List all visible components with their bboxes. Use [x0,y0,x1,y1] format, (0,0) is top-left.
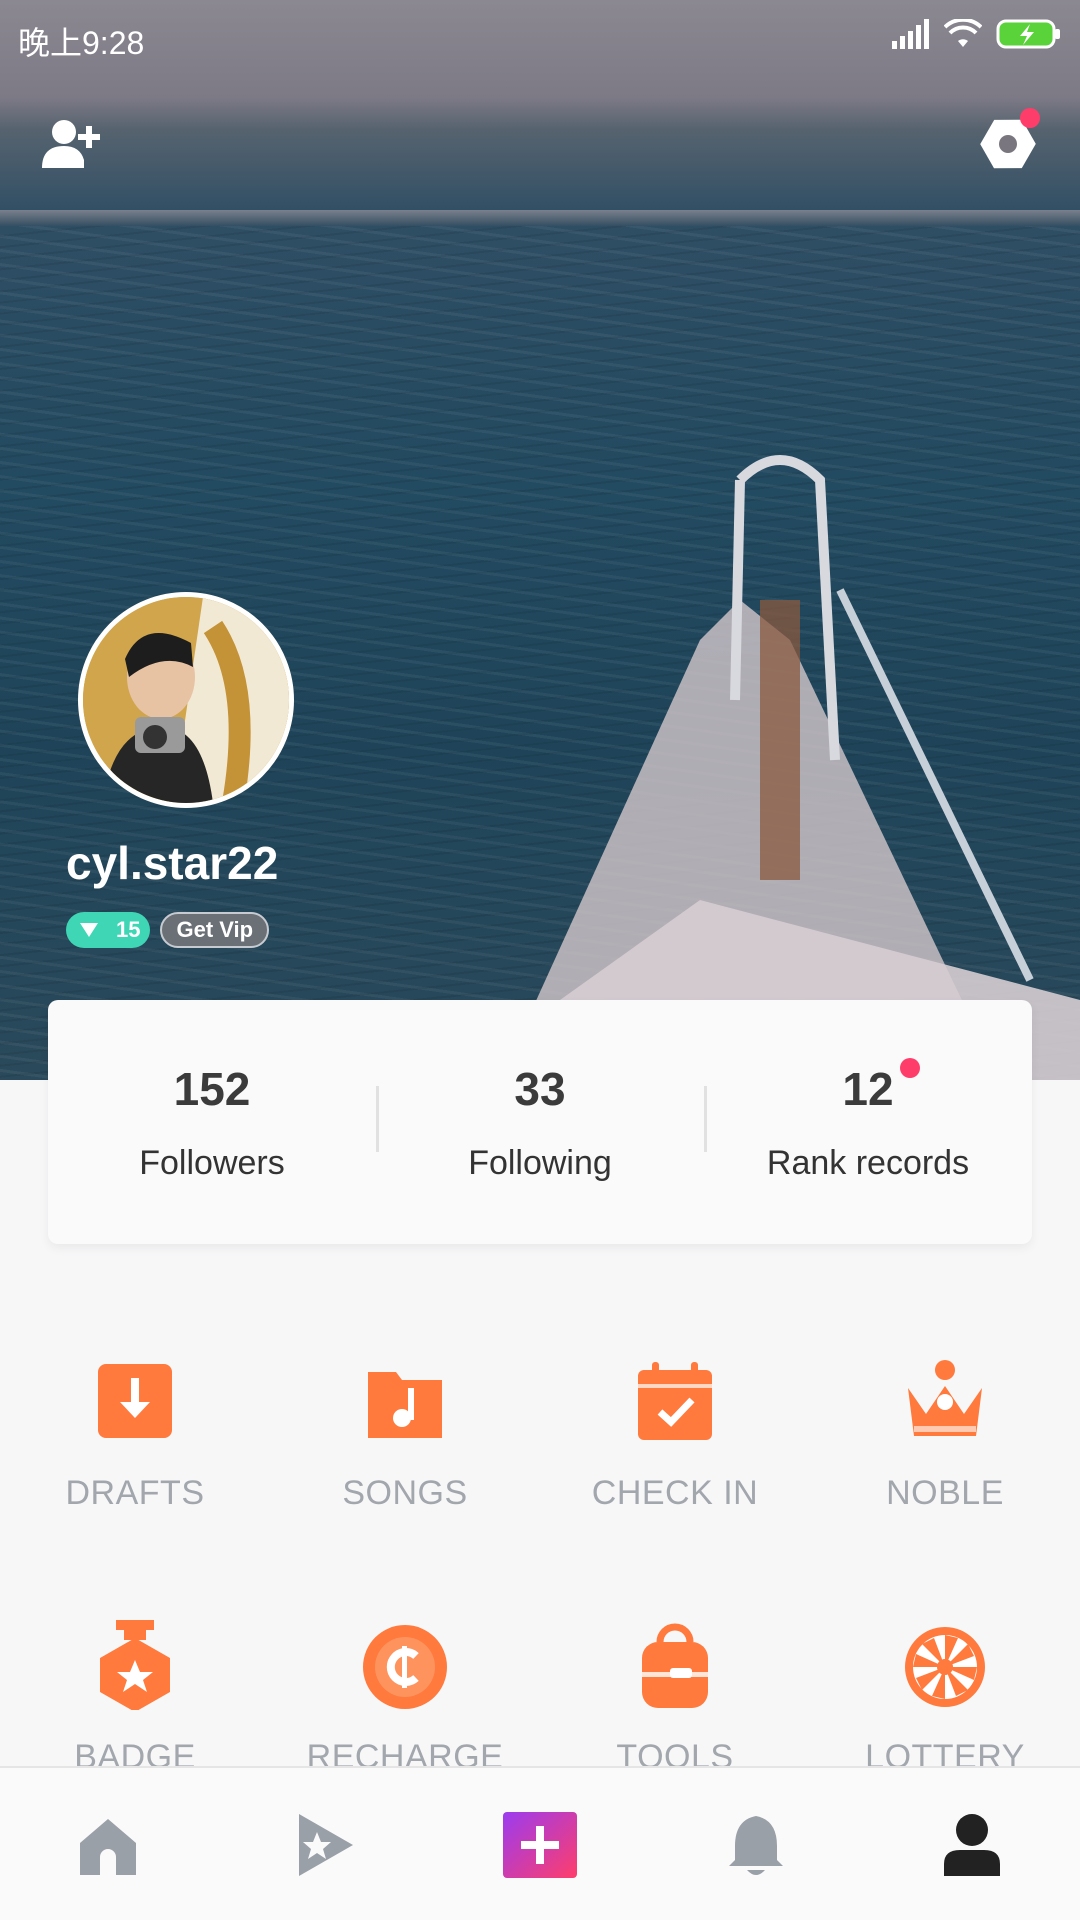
wheel-icon [905,1627,985,1707]
recharge-label: RECHARGE [306,1738,504,1766]
bottom-navigation [0,1766,1080,1920]
calendar-check-icon [638,1362,712,1440]
status-icons [890,18,1062,50]
username: cyl.star22 [66,837,279,889]
rank-records-notification-dot [900,1058,920,1078]
noble-label: NOBLE [886,1474,1004,1512]
badge-item[interactable]: BADGE [0,1600,270,1766]
feature-grid: DRAFTS SONGS CHECK IN NOBLE [0,1356,1080,1626]
crown-icon [908,1360,982,1436]
coin-icon [363,1625,447,1709]
add-user-icon [42,120,100,168]
following-count: 33 [514,1063,566,1115]
download-icon [98,1364,172,1438]
nav-create[interactable] [432,1768,648,1920]
songs-label: SONGS [342,1474,468,1512]
music-folder-icon [368,1372,442,1438]
bell-icon [729,1816,783,1875]
profile-cover-image: 晚上9:28 cyl.star22 15 Get Vip [0,0,1080,1080]
battery-charging-icon [996,19,1060,49]
noble-item[interactable]: NOBLE [810,1356,1080,1626]
level-badge[interactable]: 15 [66,912,151,948]
nav-profile[interactable] [864,1768,1080,1920]
status-bar: 晚上9:28 [0,0,1080,74]
feature-grid-row2: BADGE RECHARGE TOOLS LOTTERY [0,1600,1080,1766]
drafts-label: DRAFTS [65,1474,205,1512]
following-label: Following [468,1144,612,1182]
check-in-item[interactable]: CHECK IN [540,1356,810,1626]
nav-discover[interactable] [216,1768,432,1920]
badge-label: BADGE [74,1738,196,1766]
stat-following[interactable]: 33 Following [376,1000,704,1244]
settings-notification-dot [1020,108,1040,128]
rank-records-count: 12 [842,1063,894,1115]
status-time: 晚上9:28 [18,25,145,61]
stats-card: 152 Followers 33 Following 12 Rank recor… [48,1000,1032,1244]
level-triangle-icon [80,923,98,937]
rank-records-label: Rank records [766,1144,970,1182]
create-plus-icon [503,1812,577,1878]
get-vip-button[interactable]: Get Vip [160,912,270,948]
drafts-item[interactable]: DRAFTS [0,1356,270,1626]
tools-item[interactable]: TOOLS [540,1600,810,1766]
stat-followers[interactable]: 152 Followers [48,1000,376,1244]
lottery-label: LOTTERY [865,1738,1025,1766]
tools-label: TOOLS [616,1738,734,1766]
wifi-icon [944,19,982,47]
followers-label: Followers [139,1144,285,1182]
avatar[interactable] [78,592,294,808]
home-icon [80,1819,136,1875]
profile-badges: 15 Get Vip [66,912,270,948]
add-friend-button[interactable] [36,110,108,182]
settings-button[interactable] [972,108,1044,180]
nav-notifications[interactable] [648,1768,864,1920]
star-play-icon [299,1814,353,1876]
recharge-item[interactable]: RECHARGE [270,1600,540,1766]
followers-count: 152 [173,1063,251,1115]
avatar-photo [83,597,289,803]
lottery-item[interactable]: LOTTERY [810,1600,1080,1766]
nav-home[interactable] [0,1768,216,1920]
check-in-label: CHECK IN [591,1474,759,1512]
level-value: 15 [116,917,141,942]
signal-icon [892,19,929,49]
stat-rank-records[interactable]: 12 Rank records [704,1000,1032,1244]
profile-icon [944,1814,1000,1876]
songs-item[interactable]: SONGS [270,1356,540,1626]
badge-icon [100,1620,170,1710]
backpack-icon [642,1623,708,1708]
